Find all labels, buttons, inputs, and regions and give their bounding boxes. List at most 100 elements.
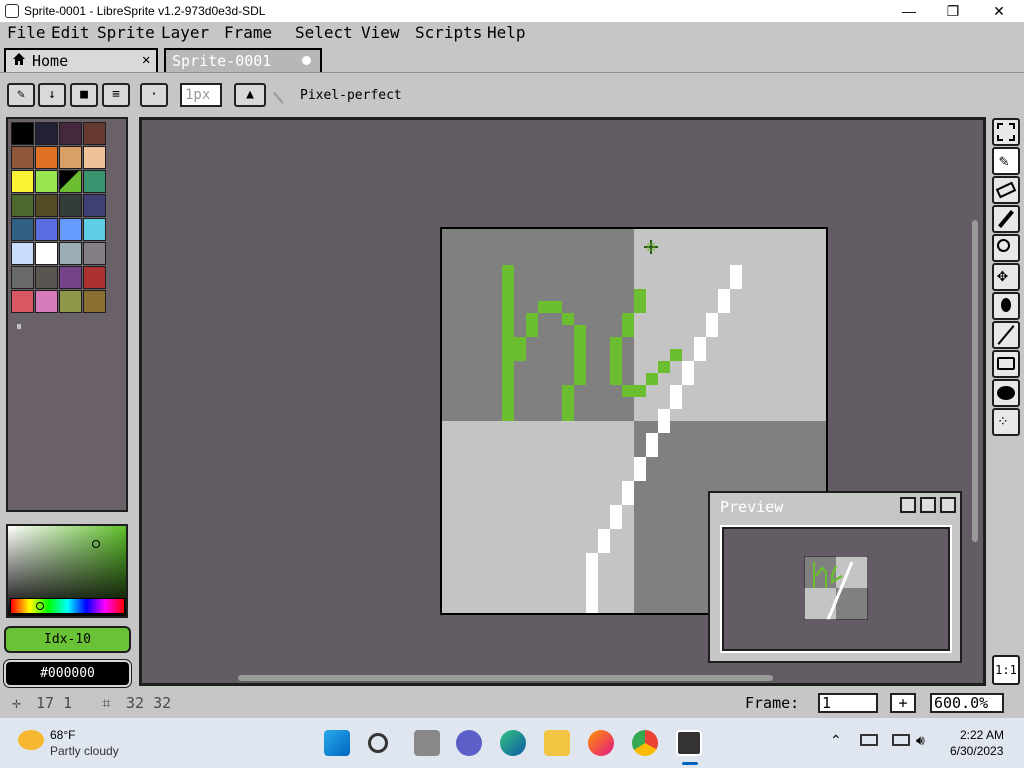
palette-swatch[interactable] — [11, 242, 34, 265]
tab-home[interactable]: Home ✕ — [4, 48, 158, 72]
zoom-tool-button[interactable] — [992, 234, 1020, 262]
file-explorer-icon[interactable] — [544, 730, 570, 756]
palette-swatch[interactable] — [35, 218, 58, 241]
preview-play-icon[interactable] — [920, 497, 936, 513]
brush-size-input[interactable]: 1px — [180, 83, 222, 107]
color-picker-handle[interactable] — [92, 540, 100, 548]
libresprite-icon[interactable] — [676, 730, 702, 756]
menu-layer[interactable]: Layer — [161, 23, 209, 42]
palette-swatch[interactable] — [83, 122, 106, 145]
chrome-icon[interactable] — [632, 730, 658, 756]
pixel-perfect-label: Pixel-perfect — [300, 88, 402, 103]
close-window-button[interactable]: ✕ — [976, 0, 1022, 22]
chat-icon[interactable] — [456, 730, 482, 756]
menu-help[interactable]: Help — [487, 23, 526, 42]
palette-swatch[interactable] — [59, 122, 82, 145]
palette-swatch[interactable] — [11, 146, 34, 169]
pencil-tool-button[interactable]: ✎ — [992, 147, 1020, 175]
palette-swatch[interactable] — [59, 242, 82, 265]
palette-swatch[interactable] — [35, 242, 58, 265]
menu-edit[interactable]: Edit — [51, 23, 90, 42]
vertical-scrollbar[interactable] — [972, 220, 978, 542]
palette-swatch[interactable] — [59, 194, 82, 217]
palette-swatch[interactable] — [35, 122, 58, 145]
palette-swatch[interactable] — [35, 146, 58, 169]
home-icon — [12, 52, 25, 65]
eraser-tool-button[interactable] — [992, 176, 1020, 204]
dot-brush-button[interactable]: · — [140, 83, 168, 107]
square-brush-button[interactable]: ■ — [70, 83, 98, 107]
fill-tool-button[interactable] — [992, 292, 1020, 320]
clock-time[interactable]: 2:22 AM — [960, 728, 1004, 742]
rectangle-tool-button[interactable] — [992, 350, 1020, 378]
horizontal-scrollbar[interactable] — [238, 675, 773, 681]
tab-sprite[interactable]: Sprite-0001 — [164, 48, 322, 72]
edge-icon[interactable] — [500, 730, 526, 756]
task-view-icon[interactable] — [414, 730, 440, 756]
zoom-1to1-button[interactable]: 1:1 — [992, 655, 1020, 685]
chevron-up-icon[interactable]: ⌃ — [830, 732, 842, 749]
preview-close-icon[interactable] — [940, 497, 956, 513]
contour-tool-button[interactable] — [992, 379, 1020, 407]
hue-handle[interactable] — [36, 602, 44, 610]
palette-swatch[interactable] — [83, 266, 106, 289]
volume-icon[interactable]: 🔊︎ — [916, 732, 925, 749]
palette-swatch[interactable] — [83, 290, 106, 313]
pause-icon[interactable]: ⏸ — [16, 319, 22, 334]
palette-swatch[interactable] — [59, 266, 82, 289]
palette-swatch[interactable] — [11, 218, 34, 241]
menu-scripts[interactable]: Scripts — [415, 23, 482, 42]
brush-type-button[interactable]: ✎ — [7, 83, 35, 107]
marquee-icon — [997, 123, 1015, 141]
palette-swatch[interactable] — [11, 266, 34, 289]
start-icon[interactable] — [324, 730, 350, 756]
lines-brush-button[interactable]: ≡ — [102, 83, 130, 107]
palette-swatch[interactable] — [83, 218, 106, 241]
menu-select[interactable]: Select — [295, 23, 353, 42]
weather-icon[interactable] — [18, 730, 44, 750]
palette-swatch[interactable] — [83, 194, 106, 217]
background-color-button[interactable]: #000000 — [3, 659, 132, 688]
palette-swatch[interactable] — [11, 170, 34, 193]
preview-fit-icon[interactable] — [900, 497, 916, 513]
eyedropper-tool-button[interactable] — [992, 205, 1020, 233]
palette-swatch[interactable] — [35, 194, 58, 217]
ink-button[interactable]: ▲ — [234, 83, 266, 107]
palette-swatch[interactable] — [59, 170, 82, 193]
ink-down-button[interactable]: ↓ — [38, 83, 66, 107]
zoom-input[interactable]: 600.0% — [930, 693, 1004, 713]
frame-input[interactable]: 1 — [818, 693, 878, 713]
palette-swatch[interactable] — [35, 290, 58, 313]
network-icon[interactable] — [860, 734, 878, 746]
clock-date[interactable]: 6/30/2023 — [950, 744, 1003, 758]
palette-swatch[interactable] — [83, 146, 106, 169]
palette-swatch[interactable] — [11, 290, 34, 313]
palette-swatch[interactable] — [35, 170, 58, 193]
hue-slider[interactable] — [10, 598, 125, 614]
firefox-icon[interactable] — [588, 730, 614, 756]
palette-swatch[interactable] — [11, 194, 34, 217]
search-icon[interactable] — [368, 733, 388, 753]
foreground-color-button[interactable]: Idx-10 — [4, 626, 131, 653]
minimize-button[interactable]: — — [886, 0, 932, 22]
menu-file[interactable]: File — [7, 23, 46, 42]
display-icon[interactable] — [892, 734, 910, 746]
menu-view[interactable]: View — [361, 23, 400, 42]
palette-swatch[interactable] — [83, 170, 106, 193]
spray-tool-button[interactable]: ⁘ — [992, 408, 1020, 436]
marquee-tool-button[interactable] — [992, 118, 1020, 146]
palette-swatch[interactable] — [11, 122, 34, 145]
add-frame-button[interactable]: + — [890, 693, 916, 713]
menu-sprite[interactable]: Sprite — [97, 23, 155, 42]
pixel-perfect-checkbox[interactable] — [273, 84, 293, 104]
maximize-button[interactable]: ❐ — [930, 0, 976, 22]
menu-frame[interactable]: Frame — [224, 23, 272, 42]
palette-swatch[interactable] — [59, 218, 82, 241]
line-tool-button[interactable] — [992, 321, 1020, 349]
palette-swatch[interactable] — [59, 290, 82, 313]
palette-swatch[interactable] — [83, 242, 106, 265]
tab-close-icon[interactable]: ✕ — [142, 52, 150, 68]
palette-swatch[interactable] — [59, 146, 82, 169]
palette-swatch[interactable] — [35, 266, 58, 289]
move-tool-button[interactable]: ✥ — [992, 263, 1020, 291]
